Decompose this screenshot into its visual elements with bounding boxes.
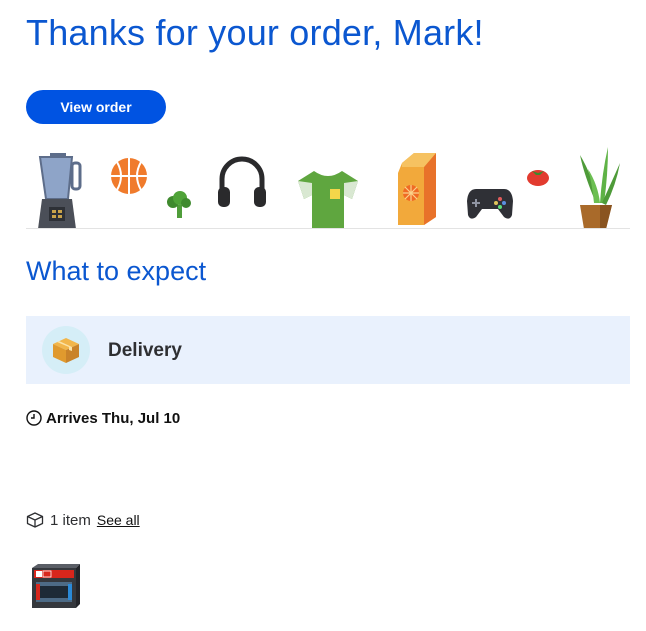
delivery-card: Delivery bbox=[26, 316, 630, 384]
game-controller-icon bbox=[467, 189, 513, 219]
clock-icon bbox=[26, 410, 42, 426]
banner-divider bbox=[26, 228, 630, 229]
delivery-icon-circle bbox=[42, 326, 90, 374]
juice-carton-icon bbox=[398, 153, 436, 225]
arrival-estimate: Arrives Thu, Jul 10 bbox=[26, 410, 180, 427]
tomato-icon bbox=[527, 170, 549, 186]
box-outline-icon bbox=[26, 512, 44, 528]
package-box-icon bbox=[53, 338, 79, 363]
product-illustration-banner bbox=[26, 145, 630, 229]
product-thumbnail[interactable] bbox=[28, 560, 82, 614]
page-title: Thanks for your order, Mark! bbox=[26, 12, 484, 53]
basketball-icon bbox=[111, 158, 147, 194]
items-summary: 1 item See all bbox=[26, 512, 140, 529]
see-all-link[interactable]: See all bbox=[97, 512, 140, 528]
broccoli-icon bbox=[167, 191, 191, 218]
headphones-icon bbox=[218, 156, 266, 207]
view-order-button[interactable]: View order bbox=[26, 90, 166, 124]
delivery-label: Delivery bbox=[108, 340, 182, 361]
potted-plant-icon bbox=[580, 147, 620, 229]
blender-icon bbox=[38, 153, 82, 229]
arrival-text: Arrives Thu, Jul 10 bbox=[46, 410, 181, 427]
what-to-expect-heading: What to expect bbox=[26, 256, 207, 286]
item-count: 1 item bbox=[50, 512, 91, 529]
tshirt-icon bbox=[298, 171, 358, 229]
